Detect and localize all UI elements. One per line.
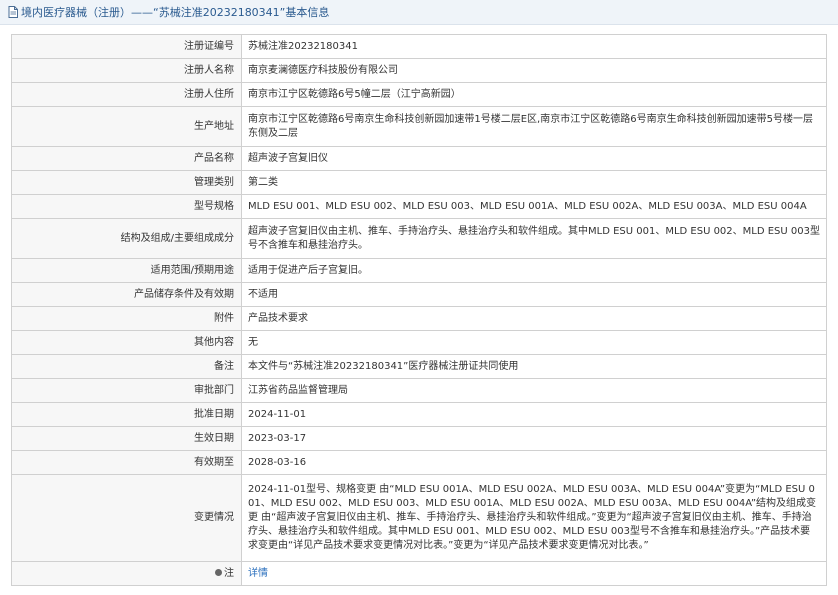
bulb-icon bbox=[215, 569, 222, 576]
row-value: 第二类 bbox=[241, 170, 827, 195]
row-value: MLD ESU 001、MLD ESU 002、MLD ESU 003、MLD … bbox=[241, 194, 827, 219]
row-label: 产品名称 bbox=[11, 146, 242, 171]
table-row: 注册证编号 苏械注准20232180341 bbox=[11, 34, 827, 59]
row-value: 本文件与“苏械注准20232180341”医疗器械注册证共同使用 bbox=[241, 354, 827, 379]
row-label: 生效日期 bbox=[11, 426, 242, 451]
row-label: 其他内容 bbox=[11, 330, 242, 355]
row-value: 苏械注准20232180341 bbox=[241, 34, 827, 59]
row-label: 审批部门 bbox=[11, 378, 242, 403]
row-value: 产品技术要求 bbox=[241, 306, 827, 331]
row-label: 备注 bbox=[11, 354, 242, 379]
row-label: 注册人住所 bbox=[11, 82, 242, 107]
page-header: 境内医疗器械（注册）——“苏械注准20232180341”基本信息 bbox=[0, 0, 838, 25]
row-label: 产品储存条件及有效期 bbox=[11, 282, 242, 307]
table-row: 批准日期 2024-11-01 bbox=[11, 402, 827, 427]
row-label: 型号规格 bbox=[11, 194, 242, 219]
row-value: 2028-03-16 bbox=[241, 450, 827, 475]
row-value: 超声波子宫复旧仪 bbox=[241, 146, 827, 171]
row-label: 管理类别 bbox=[11, 170, 242, 195]
row-label: 适用范围/预期用途 bbox=[11, 258, 242, 283]
row-label: 批准日期 bbox=[11, 402, 242, 427]
row-label: 注册证编号 bbox=[11, 34, 242, 59]
row-value: 超声波子宫复旧仪由主机、推车、手持治疗头、悬挂治疗头和软件组成。其中MLD ES… bbox=[241, 218, 827, 259]
device-info-table: 注册证编号 苏械注准20232180341 注册人名称 南京麦澜德医疗科技股份有… bbox=[11, 34, 827, 586]
table-row: 产品储存条件及有效期 不适用 bbox=[11, 282, 827, 307]
row-label: 有效期至 bbox=[11, 450, 242, 475]
details-link[interactable]: 详情 bbox=[248, 568, 268, 579]
row-value: 不适用 bbox=[241, 282, 827, 307]
row-label: 注册人名称 bbox=[11, 58, 242, 83]
document-icon bbox=[8, 6, 18, 18]
table-row: 注 详情 bbox=[11, 561, 827, 586]
table-row: 注册人住所 南京市江宁区乾德路6号5幢二层（江宁高新园） bbox=[11, 82, 827, 107]
row-value: 南京市江宁区乾德路6号南京生命科技创新园加速带1号楼二层E区,南京市江宁区乾德路… bbox=[241, 106, 827, 147]
row-label: 结构及组成/主要组成成分 bbox=[11, 218, 242, 259]
table-row: 附件 产品技术要求 bbox=[11, 306, 827, 331]
table-row: 型号规格 MLD ESU 001、MLD ESU 002、MLD ESU 003… bbox=[11, 194, 827, 219]
table-row: 结构及组成/主要组成成分 超声波子宫复旧仪由主机、推车、手持治疗头、悬挂治疗头和… bbox=[11, 218, 827, 259]
row-value: 无 bbox=[241, 330, 827, 355]
table-row: 管理类别 第二类 bbox=[11, 170, 827, 195]
row-value: 南京麦澜德医疗科技股份有限公司 bbox=[241, 58, 827, 83]
table-row: 生效日期 2023-03-17 bbox=[11, 426, 827, 451]
row-label: 生产地址 bbox=[11, 106, 242, 147]
row-value: 2024-11-01型号、规格变更 由“MLD ESU 001A、MLD ESU… bbox=[241, 474, 827, 562]
note-label-cell: 注 bbox=[11, 561, 242, 586]
page-title: 境内医疗器械（注册）——“苏械注准20232180341”基本信息 bbox=[21, 6, 330, 19]
row-value: 南京市江宁区乾德路6号5幢二层（江宁高新园） bbox=[241, 82, 827, 107]
table-row: 变更情况 2024-11-01型号、规格变更 由“MLD ESU 001A、ML… bbox=[11, 474, 827, 562]
row-value: 江苏省药品监督管理局 bbox=[241, 378, 827, 403]
note-label: 注 bbox=[224, 567, 234, 579]
note-value-cell: 详情 bbox=[241, 561, 827, 586]
table-row: 其他内容 无 bbox=[11, 330, 827, 355]
table-row: 有效期至 2028-03-16 bbox=[11, 450, 827, 475]
row-value: 2024-11-01 bbox=[241, 402, 827, 427]
row-label: 附件 bbox=[11, 306, 242, 331]
table-row: 审批部门 江苏省药品监督管理局 bbox=[11, 378, 827, 403]
table-row: 注册人名称 南京麦澜德医疗科技股份有限公司 bbox=[11, 58, 827, 83]
row-label: 变更情况 bbox=[11, 474, 242, 562]
row-value: 2023-03-17 bbox=[241, 426, 827, 451]
table-row: 备注 本文件与“苏械注准20232180341”医疗器械注册证共同使用 bbox=[11, 354, 827, 379]
row-value: 适用于促进产后子宫复旧。 bbox=[241, 258, 827, 283]
table-row: 产品名称 超声波子宫复旧仪 bbox=[11, 146, 827, 171]
table-row: 生产地址 南京市江宁区乾德路6号南京生命科技创新园加速带1号楼二层E区,南京市江… bbox=[11, 106, 827, 147]
table-row: 适用范围/预期用途 适用于促进产后子宫复旧。 bbox=[11, 258, 827, 283]
